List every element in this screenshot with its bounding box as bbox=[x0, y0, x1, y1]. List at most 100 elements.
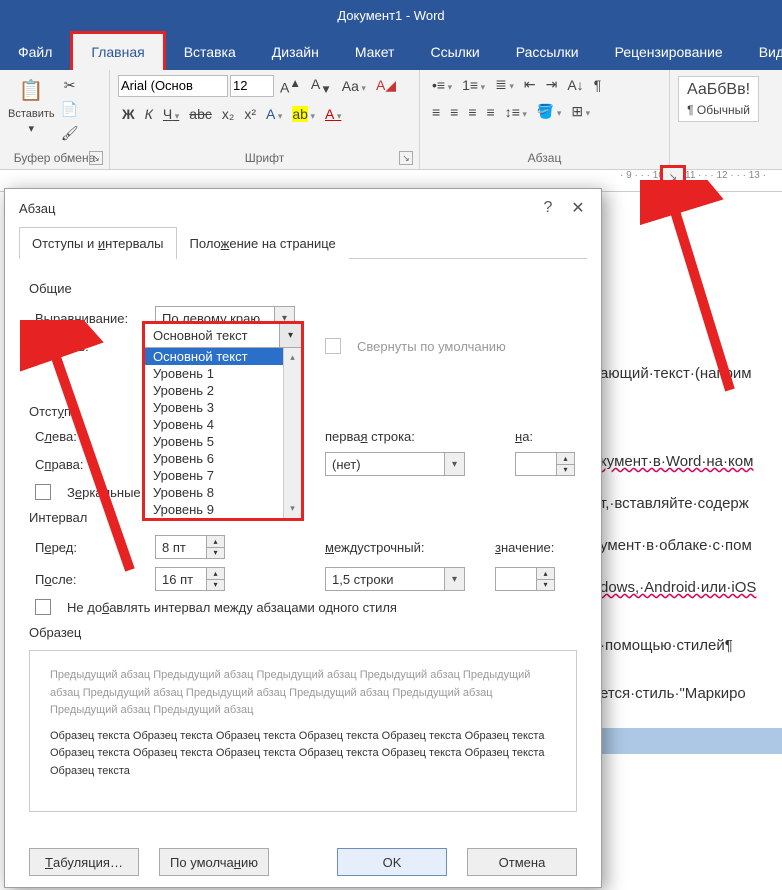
line-spacing-button[interactable]: ↕≡ bbox=[501, 102, 531, 122]
value-label: значение: bbox=[495, 540, 554, 555]
clipboard-dialog-launcher[interactable]: ↘ bbox=[89, 151, 103, 165]
justify-button[interactable]: ≡ bbox=[483, 102, 499, 122]
bullets-button[interactable]: •≡ bbox=[428, 75, 456, 95]
level-value: Основной текст bbox=[145, 324, 279, 348]
linespacing-combo[interactable]: 1,5 строки ▾ bbox=[325, 567, 465, 591]
level-option[interactable]: Уровень 1 bbox=[145, 365, 283, 382]
level-option[interactable]: Уровень 9 bbox=[145, 501, 283, 518]
paste-button[interactable]: 📋 Вставить ▾ bbox=[8, 74, 55, 135]
highlight-button[interactable]: ab bbox=[288, 104, 319, 124]
dialog-help-button[interactable]: ? bbox=[533, 199, 563, 217]
linespacing-label: междустрочный: bbox=[325, 540, 445, 555]
bold-button[interactable]: Ж bbox=[118, 104, 139, 124]
cut-icon[interactable]: ✂ bbox=[61, 76, 79, 94]
cancel-button[interactable]: Отмена bbox=[467, 848, 577, 876]
shrink-font-icon[interactable]: A▼ bbox=[307, 74, 336, 98]
tab-review[interactable]: Рецензирование bbox=[597, 34, 741, 70]
firstline-combo[interactable]: (нет) ▾ bbox=[325, 452, 465, 476]
font-size-select[interactable] bbox=[230, 75, 274, 97]
font-dialog-launcher[interactable]: ↘ bbox=[399, 151, 413, 165]
text-effects-button[interactable]: A bbox=[262, 104, 286, 124]
level-option[interactable]: Уровень 5 bbox=[145, 433, 283, 450]
app-title: Документ1 - Word bbox=[337, 8, 444, 23]
after-value: 16 пт bbox=[162, 572, 193, 587]
inc-indent-button[interactable]: ⇥ bbox=[542, 74, 562, 95]
doc-line: т,·вставляйте·содерж bbox=[600, 490, 782, 518]
sort-button[interactable]: A↓ bbox=[563, 75, 587, 95]
section-general: Общие bbox=[29, 281, 577, 296]
tab-design[interactable]: Дизайн bbox=[254, 34, 337, 70]
style-preview-text: АаБбВв! bbox=[687, 81, 750, 99]
level-option[interactable]: Уровень 4 bbox=[145, 416, 283, 433]
tab-insert[interactable]: Вставка bbox=[166, 34, 254, 70]
shading-button[interactable]: 🪣 bbox=[533, 101, 565, 122]
align-right-button[interactable]: ≡ bbox=[464, 102, 480, 122]
font-name-select[interactable] bbox=[118, 75, 228, 97]
subscript-button[interactable]: x₂ bbox=[218, 104, 238, 124]
alignment-label: Выравнивание: bbox=[35, 311, 145, 326]
level-option[interactable]: Уровень 3 bbox=[145, 399, 283, 416]
tab-position[interactable]: Положение на странице bbox=[177, 227, 349, 259]
document-body[interactable]: ающий·текст·(наприм кумент·в·Word·на·ком… bbox=[600, 360, 782, 768]
tab-layout[interactable]: Макет bbox=[337, 34, 413, 70]
level-option[interactable]: Уровень 2 bbox=[145, 382, 283, 399]
dropdown-scrollbar[interactable]: ▴▾ bbox=[283, 348, 301, 518]
mirror-checkbox[interactable] bbox=[35, 484, 51, 500]
level-option[interactable]: Уровень 6 bbox=[145, 450, 283, 467]
font-color-button[interactable]: A bbox=[321, 104, 345, 124]
format-painter-icon[interactable]: 🖌 bbox=[61, 124, 79, 142]
clear-format-icon[interactable]: A◢ bbox=[372, 75, 400, 96]
numbering-button[interactable]: 1≡ bbox=[458, 75, 489, 95]
group-font: A▲ A▼ Aa A◢ Ж К Ч abc x₂ x² A ab A Шрифт… bbox=[110, 70, 420, 169]
underline-button[interactable]: Ч bbox=[159, 104, 183, 124]
dec-indent-button[interactable]: ⇤ bbox=[520, 74, 540, 95]
no-add-space-checkbox[interactable] bbox=[35, 599, 51, 615]
before-label: Перед: bbox=[35, 540, 145, 555]
doc-line: кумент·в·Word·на·ком bbox=[600, 453, 753, 470]
change-case-button[interactable]: Aa bbox=[338, 76, 370, 96]
tabs-button[interactable]: Табуляция… bbox=[29, 848, 139, 876]
tab-indents[interactable]: Отступы и интервалы bbox=[19, 227, 177, 259]
firstline-on-spin[interactable]: ▴▾ bbox=[515, 452, 575, 476]
style-normal[interactable]: АаБбВв! ¶ Обычный bbox=[678, 76, 759, 122]
copy-icon[interactable]: 📄 bbox=[61, 100, 79, 118]
paragraph-dialog-launcher[interactable]: ↘ bbox=[660, 165, 686, 189]
paragraph-dialog: Абзац ? ✕ Отступы и интервалы Положение … bbox=[4, 188, 602, 888]
tab-mailings[interactable]: Рассылки bbox=[498, 34, 597, 70]
value-spin[interactable]: ▴▾ bbox=[495, 567, 555, 591]
right-indent-label: Справа: bbox=[35, 457, 145, 472]
grow-font-icon[interactable]: A▲ bbox=[276, 75, 305, 98]
before-spin[interactable]: 8 пт ▴▾ bbox=[155, 535, 225, 559]
strike-button[interactable]: abc bbox=[185, 104, 216, 124]
level-option[interactable]: Уровень 8 bbox=[145, 484, 283, 501]
style-normal-label: ¶ Обычный bbox=[687, 103, 750, 117]
group-paragraph: •≡ 1≡ ≣ ⇤ ⇥ A↓ ¶ ≡ ≡ ≡ ≡ ↕≡ 🪣 ⊞ Абзац bbox=[420, 70, 670, 169]
tab-view[interactable]: Вид bbox=[741, 34, 782, 70]
paste-label: Вставить bbox=[8, 108, 55, 120]
firstline-value: (нет) bbox=[332, 457, 361, 472]
linespacing-value: 1,5 строки bbox=[332, 572, 394, 587]
group-clipboard: 📋 Вставить ▾ ✂ 📄 🖌 Буфер обмена↘ bbox=[0, 70, 110, 169]
dialog-close-button[interactable]: ✕ bbox=[563, 198, 593, 218]
chevron-down-icon[interactable]: ▾ bbox=[279, 324, 301, 348]
align-center-button[interactable]: ≡ bbox=[446, 102, 462, 122]
level-option[interactable]: Уровень 7 bbox=[145, 467, 283, 484]
tab-file[interactable]: Файл bbox=[0, 34, 70, 70]
superscript-button[interactable]: x² bbox=[240, 104, 260, 124]
default-button[interactable]: По умолчанию bbox=[159, 848, 269, 876]
tab-references[interactable]: Ссылки bbox=[412, 34, 497, 70]
borders-button[interactable]: ⊞ bbox=[567, 101, 594, 122]
level-options: Основной текст Уровень 1 Уровень 2 Урове… bbox=[145, 348, 283, 518]
level-dropdown[interactable]: Основной текст ▾ Основной текст Уровень … bbox=[142, 321, 304, 521]
chevron-down-icon: ▾ bbox=[444, 568, 464, 590]
align-left-button[interactable]: ≡ bbox=[428, 102, 444, 122]
ok-button[interactable]: OK bbox=[337, 848, 447, 876]
level-option[interactable]: Основной текст bbox=[145, 348, 283, 365]
tab-home[interactable]: Главная bbox=[70, 31, 165, 70]
after-spin[interactable]: 16 пт ▴▾ bbox=[155, 567, 225, 591]
show-marks-button[interactable]: ¶ bbox=[590, 75, 606, 95]
italic-button[interactable]: К bbox=[141, 104, 157, 124]
group-font-label: Шрифт bbox=[245, 151, 284, 165]
ribbon-tabs: Файл Главная Вставка Дизайн Макет Ссылки… bbox=[0, 30, 782, 70]
multilevel-button[interactable]: ≣ bbox=[491, 74, 518, 95]
